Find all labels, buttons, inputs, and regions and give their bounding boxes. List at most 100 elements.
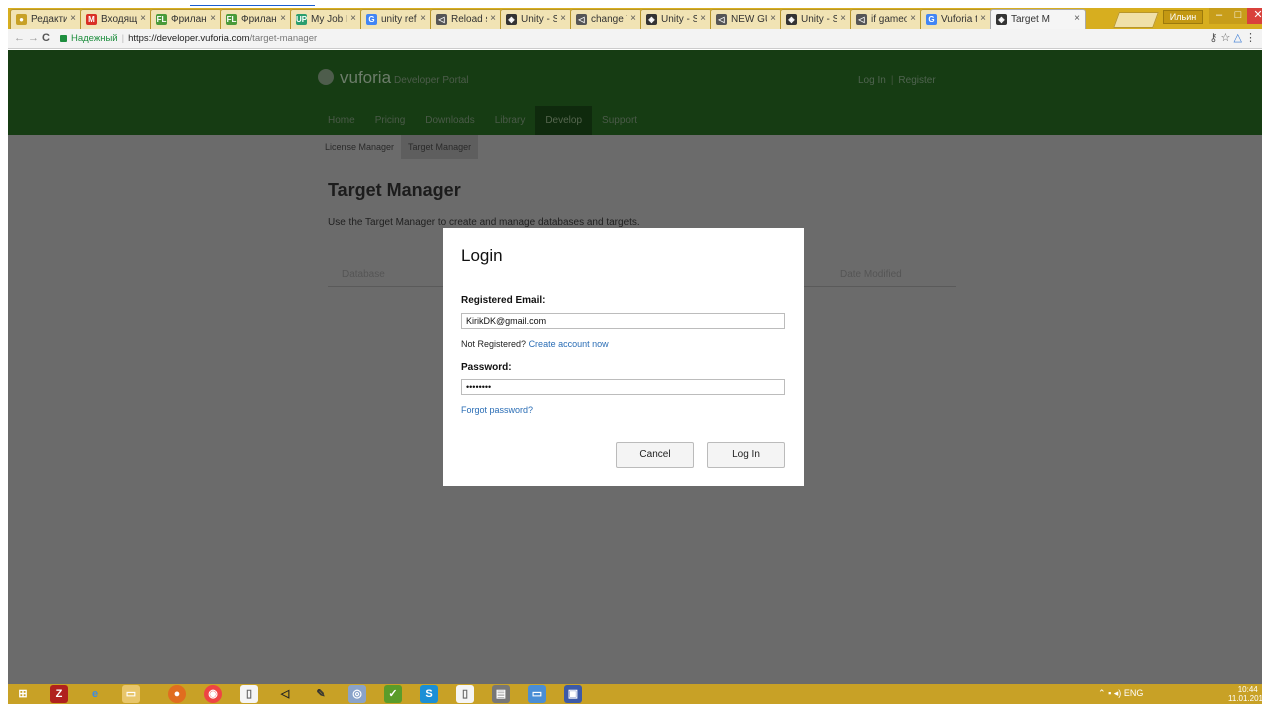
url-host: https://developer.vuforia.com <box>128 33 250 44</box>
browser-tab[interactable]: ◈ Unity - Sc× <box>640 9 712 29</box>
key-icon[interactable]: ⚷ <box>1209 32 1217 44</box>
new-tab-button[interactable] <box>1113 12 1159 28</box>
tab-close-icon[interactable]: × <box>350 13 356 24</box>
maximize-button[interactable]: □ <box>1229 8 1247 24</box>
nav-library[interactable]: Library <box>485 106 536 135</box>
clock[interactable]: 10:44 11.01.2017 <box>1228 685 1262 703</box>
tab-close-icon[interactable]: × <box>630 13 636 24</box>
tab-favicon-icon: ◈ <box>996 14 1007 25</box>
email-field[interactable] <box>461 313 785 329</box>
forgot-password-link[interactable]: Forgot password? <box>461 405 533 415</box>
tab-close-icon[interactable]: × <box>140 13 146 24</box>
profile-button[interactable]: Ильин <box>1163 10 1203 24</box>
browser-tab[interactable]: Gunity refe× <box>360 9 432 29</box>
nav-pricing[interactable]: Pricing <box>365 106 416 135</box>
tab-close-icon[interactable]: × <box>1074 13 1080 24</box>
tab-close-icon[interactable]: × <box>980 13 986 24</box>
dialog-title: Login <box>461 246 503 265</box>
document-left-margin <box>0 0 8 704</box>
cancel-button[interactable]: Cancel <box>616 442 694 468</box>
browser-tab[interactable]: FL Фриланс× <box>150 9 222 29</box>
nav-downloads[interactable]: Downloads <box>415 106 484 135</box>
tab-label: Unity - Sc <box>661 14 697 25</box>
tray-volume-icon[interactable]: ◂) <box>1114 688 1122 698</box>
tab-close-icon[interactable]: × <box>770 13 776 24</box>
app-icon[interactable]: ◎ <box>348 685 366 703</box>
monitor-icon[interactable]: ▭ <box>528 685 546 703</box>
forward-icon[interactable]: → <box>28 32 39 44</box>
column-header-date-modified[interactable]: Date Modified <box>840 269 902 280</box>
browser-tab[interactable]: ◈ Unity - Sc× <box>780 9 852 29</box>
skype-icon[interactable]: S <box>420 685 438 703</box>
browser-tab[interactable]: ◈ Target M × <box>990 9 1086 29</box>
document-icon[interactable]: ▯ <box>456 685 474 703</box>
file-explorer-icon[interactable]: ▭ <box>122 685 140 703</box>
floppy-icon[interactable]: ▣ <box>564 685 582 703</box>
chrome-icon[interactable]: ◉ <box>204 685 222 703</box>
column-header-database[interactable]: Database <box>342 269 385 280</box>
tool-icon[interactable]: ✎ <box>312 685 330 703</box>
media-icon[interactable]: ▤ <box>492 685 510 703</box>
tab-close-icon[interactable]: × <box>700 13 706 24</box>
browser-tab[interactable]: ◁ NEW GUI× <box>710 9 782 29</box>
windows-taskbar: ⊞ Z e ▭ ● ◉ ▯ ◁ ✎ ◎ ✓ S ▯ ▤ ▭ ▣ ⌃ ▪ ◂) E… <box>8 684 1262 704</box>
browser-tab[interactable]: M Входящи× <box>80 9 152 29</box>
subnav-target-manager[interactable]: Target Manager <box>401 135 479 159</box>
login-dialog: Login Registered Email: Not Registered? … <box>443 228 804 486</box>
tab-close-icon[interactable]: × <box>70 13 76 24</box>
browser-tab[interactable]: ◁ Reload sc× <box>430 9 502 29</box>
filezilla-icon[interactable]: Z <box>50 685 68 703</box>
minimize-button[interactable]: – <box>1209 8 1229 24</box>
tab-favicon-icon: ◈ <box>786 14 797 25</box>
star-icon[interactable]: ☆ <box>1221 32 1231 44</box>
tab-close-icon[interactable]: × <box>840 13 846 24</box>
menu-icon[interactable]: ⋮ <box>1245 32 1256 44</box>
unity-icon[interactable]: ◁ <box>276 685 294 703</box>
browser-tab[interactable]: ◁ change T× <box>570 9 642 29</box>
url-field[interactable]: Надежный | https://developer.vuforia.com/t… <box>60 31 1180 46</box>
reload-icon[interactable]: C <box>42 32 50 44</box>
password-field[interactable] <box>461 379 785 395</box>
subnav-license-manager[interactable]: License Manager <box>318 135 401 159</box>
internet-explorer-icon[interactable]: e <box>86 685 104 703</box>
browser-tab[interactable]: ◈ Unity - Sc× <box>500 9 572 29</box>
tab-close-icon[interactable]: × <box>910 13 916 24</box>
browser-tab[interactable]: G Vuforia to× <box>920 9 992 29</box>
browser-tab[interactable]: ◁ if gameo × <box>850 9 922 29</box>
browser-tab[interactable]: UPMy Job Fo× <box>290 9 362 29</box>
start-icon[interactable]: ⊞ <box>14 685 32 703</box>
firefox-icon[interactable]: ● <box>168 685 186 703</box>
tab-close-icon[interactable]: × <box>280 13 286 24</box>
nav-support[interactable]: Support <box>592 106 647 135</box>
web-page: vuforia Developer Portal Log In | Register … <box>8 50 1262 684</box>
tab-close-icon[interactable]: × <box>490 13 496 24</box>
leaf-icon[interactable]: ✓ <box>384 685 402 703</box>
vuforia-logo[interactable]: vuforia Developer Portal <box>318 68 469 88</box>
nav-develop[interactable]: Develop <box>535 106 593 135</box>
auth-links: Log In | Register <box>858 75 936 86</box>
back-icon[interactable]: ← <box>14 32 25 44</box>
browser-tab[interactable]: FL Фриланс× <box>220 9 292 29</box>
language-indicator[interactable]: ENG <box>1124 688 1144 698</box>
tab-close-icon[interactable]: × <box>210 13 216 24</box>
close-window-button[interactable]: ✕ <box>1247 8 1262 24</box>
tab-favicon-icon: ◁ <box>856 14 867 25</box>
tab-close-icon[interactable]: × <box>420 13 426 24</box>
tab-favicon-icon: ◈ <box>506 14 517 25</box>
clock-time: 10:44 <box>1237 685 1258 694</box>
login-link[interactable]: Log In <box>858 75 886 86</box>
login-button[interactable]: Log In <box>707 442 785 468</box>
tray-arrow-icon[interactable]: ⌃ <box>1098 688 1106 698</box>
extension-icon[interactable]: △ <box>1233 32 1241 44</box>
page-title: Target Manager <box>328 180 461 200</box>
register-link[interactable]: Register <box>898 75 935 86</box>
create-account-link[interactable]: Create account now <box>529 339 609 349</box>
email-label: Registered Email: <box>461 295 546 306</box>
logo-text: vuforia <box>340 68 392 87</box>
tray-network-icon[interactable]: ▪ <box>1108 688 1111 698</box>
notepad-icon[interactable]: ▯ <box>240 685 258 703</box>
nav-home[interactable]: Home <box>318 106 365 135</box>
browser-tab[interactable]: ● Редактир× <box>10 9 82 29</box>
tab-close-icon[interactable]: × <box>560 13 566 24</box>
tab-label: Фриланс <box>171 14 207 25</box>
